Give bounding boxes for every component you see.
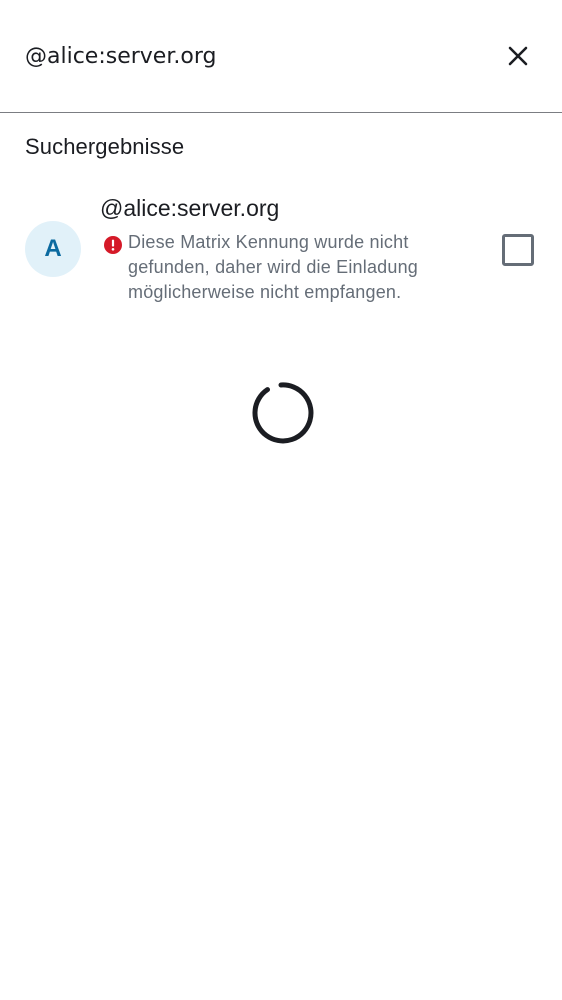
- search-input[interactable]: [25, 38, 465, 74]
- avatar-initial: A: [44, 235, 62, 262]
- close-icon: [508, 46, 528, 66]
- user-id: @alice:server.org: [100, 195, 280, 221]
- user-not-found-warning: Diese Matrix Kennung wurde nicht gefunde…: [128, 232, 419, 302]
- section-title: Suchergebnisse: [25, 134, 185, 159]
- loading-spinner: [252, 382, 314, 444]
- close-button[interactable]: [500, 38, 536, 74]
- error-icon: [104, 236, 122, 254]
- avatar: A: [25, 221, 81, 277]
- search-result-row[interactable]: A @alice:server.org Diese Matrix Kennung…: [0, 190, 562, 315]
- search-bar: [0, 0, 562, 113]
- select-user-checkbox[interactable]: [502, 234, 534, 266]
